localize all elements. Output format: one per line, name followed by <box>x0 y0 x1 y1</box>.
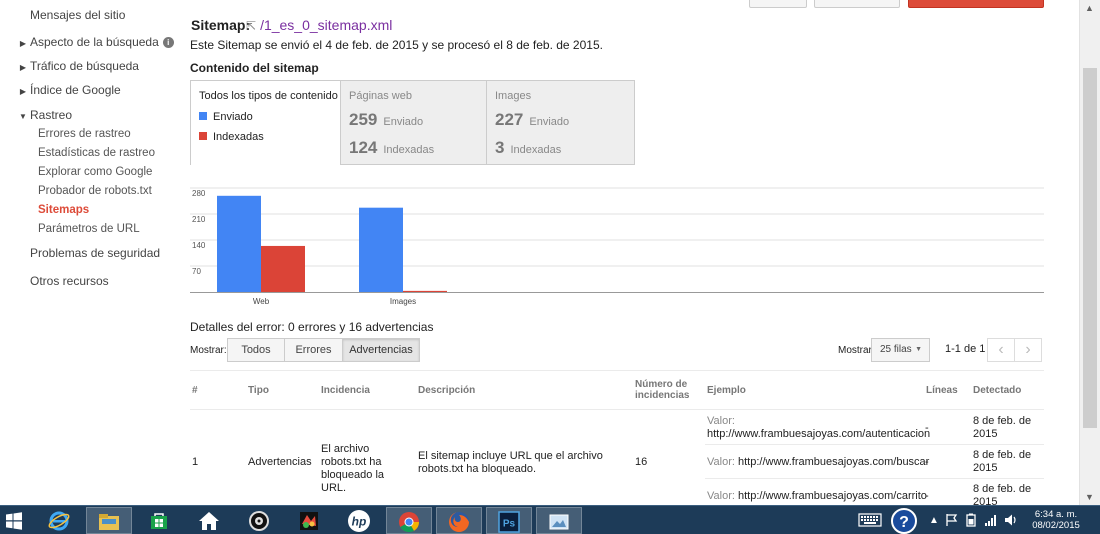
volume-icon[interactable] <box>1004 506 1018 534</box>
picture-app-icon[interactable] <box>536 507 582 534</box>
sidebar-item-rastreo[interactable]: ▼ Rastreo <box>16 108 72 122</box>
media-player-icon[interactable] <box>236 507 282 534</box>
vertical-scrollbar[interactable]: ▲ ▼ <box>1079 0 1100 505</box>
sidebar-item-sitemaps[interactable]: Sitemaps <box>38 204 89 216</box>
internet-explorer-icon[interactable] <box>36 507 82 534</box>
info-icon[interactable]: i <box>162 37 174 48</box>
scrollbar-thumb[interactable] <box>1083 68 1097 428</box>
sidebar-item-trafico[interactable]: ▶ Tráfico de búsqueda <box>16 59 139 73</box>
power-icon[interactable] <box>964 506 978 534</box>
expand-arrow-icon: ▶ <box>19 63 27 72</box>
legend-sent-swatch <box>199 112 207 120</box>
help-icon[interactable]: ? <box>890 507 918 534</box>
svg-text:hp: hp <box>352 515 367 529</box>
windows-start-icon[interactable] <box>0 507 28 534</box>
file-explorer-icon[interactable] <box>86 507 132 534</box>
images-indexed-stat: 3 Indexadas <box>495 138 562 157</box>
signal-icon[interactable] <box>984 506 998 534</box>
hp-icon[interactable]: hp <box>336 507 382 534</box>
keyboard-icon[interactable] <box>858 506 882 534</box>
content-title: Contenido del sitemap <box>190 61 319 75</box>
screen: Mensajes del sitio ▶ Aspecto de la búsque… <box>0 0 1100 534</box>
sidebar-item-explorar[interactable]: Explorar como Google <box>38 166 152 178</box>
photoshop-icon[interactable]: Ps <box>486 507 532 534</box>
tab-all-content[interactable]: Todos los tipos de contenido Enviado Ind… <box>190 80 341 165</box>
x-tick-label: Web <box>253 297 270 306</box>
tab-images[interactable]: Images 227 Enviado 3 Indexadas <box>487 80 635 165</box>
sidebar-item-otros[interactable]: Otros recursos <box>30 274 109 288</box>
legend-indexed-swatch <box>199 132 207 140</box>
home-icon[interactable] <box>186 507 232 534</box>
legend-sent: Enviado <box>199 111 253 123</box>
y-tick-label: 140 <box>192 241 206 250</box>
scroll-down-icon[interactable]: ▼ <box>1085 492 1094 502</box>
flag-icon[interactable] <box>945 506 959 534</box>
windows-taskbar: hp Ps ? ▲ 6:34 a. m. 08/02/2015 <box>0 505 1100 534</box>
sitemap-label: Sitemap: <box>191 17 251 33</box>
expand-arrow-icon: ▶ <box>19 39 27 48</box>
sidebar-item-robots[interactable]: Probador de robots.txt <box>38 185 152 197</box>
sitemap-link[interactable]: ⇱/1_es_0_sitemap.xml <box>246 17 392 33</box>
y-tick-label: 70 <box>192 267 201 276</box>
tab-web-pages[interactable]: Páginas web 259 Enviado 124 Indexadas <box>341 80 487 165</box>
sidebar-item-mensajes[interactable]: Mensajes del sitio <box>30 8 125 22</box>
bar-images-sent <box>359 207 403 292</box>
chrome-icon[interactable] <box>386 507 432 534</box>
images-sent-stat: 227 Enviado <box>495 110 570 129</box>
sidebar-item-estadisticas[interactable]: Estadísticas de rastreo <box>38 147 155 159</box>
sitemap-description: Este Sitemap se envió el 4 de feb. de 20… <box>190 38 603 52</box>
sidebar-nav: Mensajes del sitio ▶ Aspecto de la búsque… <box>0 0 178 505</box>
x-tick-label: Images <box>390 297 416 306</box>
sidebar-item-seguridad[interactable]: Problemas de seguridad <box>30 246 160 260</box>
bar-web-indexed <box>261 245 305 292</box>
sitemap-bar-chart: 70 140 210 280 Web Images <box>190 187 1044 306</box>
svg-text:?: ? <box>899 514 909 531</box>
external-link-icon: ⇱ <box>246 19 257 33</box>
sidebar-item-aspecto[interactable]: ▶ Aspecto de la búsqueda i <box>16 35 174 49</box>
y-tick-label: 280 <box>192 189 206 198</box>
collapse-arrow-icon: ▼ <box>19 112 27 121</box>
web-sent-stat: 259 Enviado <box>349 110 424 129</box>
web-indexed-stat: 124 Indexadas <box>349 138 435 157</box>
paint-app-icon[interactable] <box>286 507 332 534</box>
svg-text:Ps: Ps <box>503 519 516 530</box>
tray-expand-icon[interactable]: ▲ <box>929 506 939 534</box>
y-tick-label: 210 <box>192 215 206 224</box>
taskbar-clock[interactable]: 6:34 a. m. 08/02/2015 <box>1027 509 1085 531</box>
sidebar-item-parametros[interactable]: Parámetros de URL <box>38 223 140 235</box>
sidebar-item-indice[interactable]: ▶ Índice de Google <box>16 83 121 97</box>
bar-web-sent <box>217 195 261 292</box>
scroll-up-icon[interactable]: ▲ <box>1085 3 1094 13</box>
legend-indexed: Indexadas <box>199 131 264 143</box>
content-tabs: Todos los tipos de contenido Enviado Ind… <box>190 80 635 165</box>
bar-images-indexed <box>403 290 447 292</box>
sidebar-item-errores-rastreo[interactable]: Errores de rastreo <box>38 128 131 140</box>
firefox-icon[interactable] <box>436 507 482 534</box>
store-icon[interactable] <box>136 507 182 534</box>
expand-arrow-icon: ▶ <box>19 87 27 96</box>
